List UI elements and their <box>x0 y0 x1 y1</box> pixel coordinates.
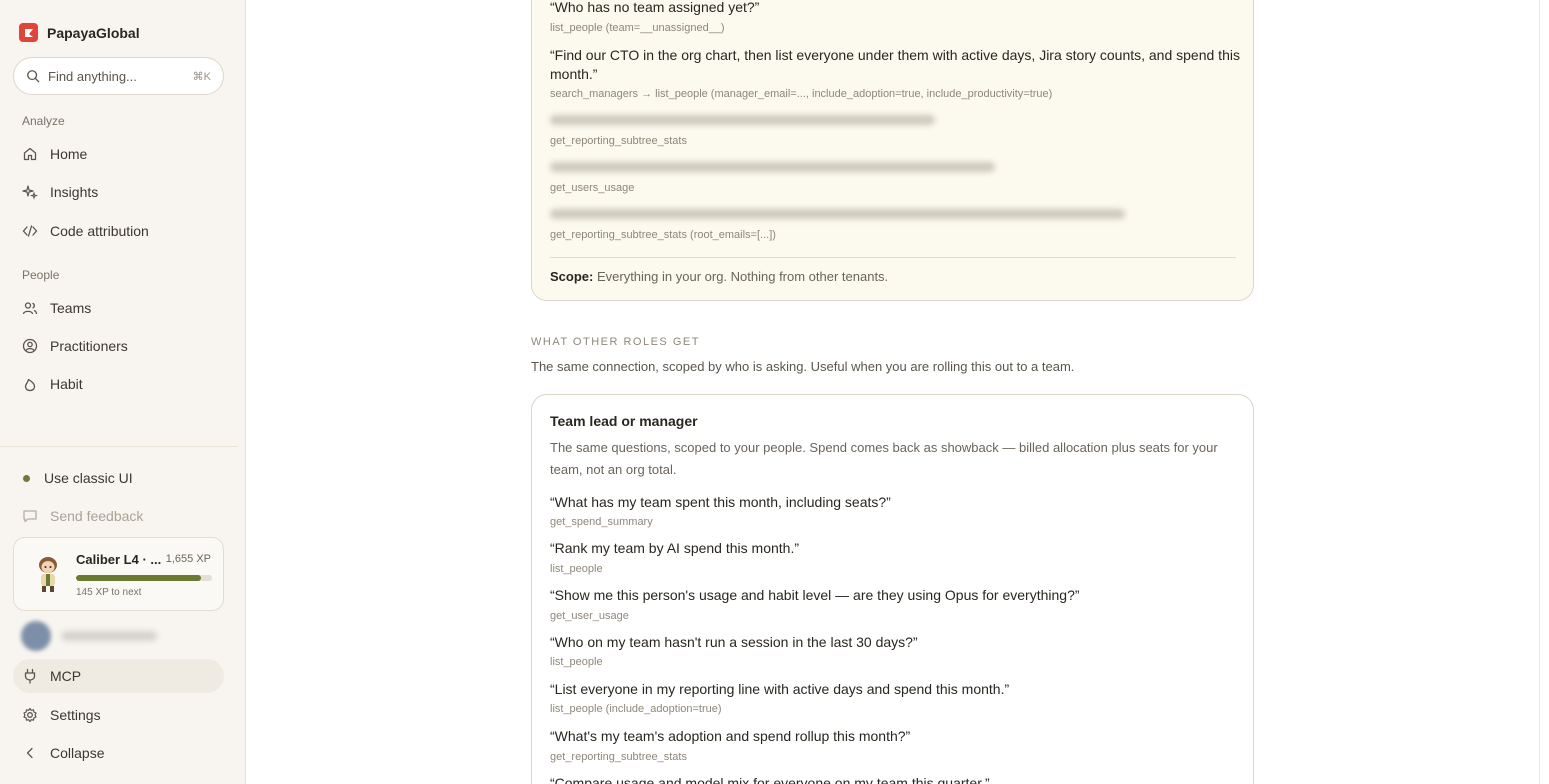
example-question: “Compare usage and model mix for everyon… <box>550 775 990 784</box>
sidebar-item-label: Insights <box>50 184 99 200</box>
scope-note: Scope: Everything in your org. Nothing f… <box>550 269 888 284</box>
tool-call: get_spend_summary <box>550 516 653 528</box>
tool-call: list_people <box>550 656 603 668</box>
example-question-redacted <box>550 158 995 177</box>
sidebar-item-label: MCP <box>50 668 82 684</box>
main-content: “Who has no team assigned yet?” list_peo… <box>246 0 1540 784</box>
user-name-redacted <box>61 631 157 641</box>
example-question: “Who on my team hasn't run a session in … <box>550 634 918 650</box>
character-avatar-icon <box>39 557 57 592</box>
users-icon <box>22 302 38 315</box>
sparkles-icon <box>22 185 38 200</box>
search-icon <box>27 70 40 83</box>
role-description: The same questions, scoped to your peopl… <box>550 440 1218 477</box>
sidebar-item-code-attribution[interactable]: Code attribution <box>13 214 224 248</box>
example-question: “Show me this person's usage and habit l… <box>550 587 1080 603</box>
collapse-sidebar-button[interactable]: Collapse <box>13 736 224 770</box>
scope-label: Scope: <box>550 269 594 284</box>
sidebar-item-habit[interactable]: Habit <box>13 367 224 401</box>
home-icon <box>23 147 37 161</box>
brand-name: PapayaGlobal <box>47 24 140 41</box>
tool-call: get_reporting_subtree_stats <box>550 135 687 147</box>
sidebar-item-home[interactable]: Home <box>13 137 224 171</box>
tool-call: list_people <box>550 563 603 575</box>
example-question: “Who has no team assigned yet?” <box>550 0 760 15</box>
use-classic-ui-toggle[interactable]: Use classic UI <box>13 461 224 495</box>
xp-card[interactable]: Caliber L4 · ... 1,655 XP 145 XP to next <box>13 537 224 611</box>
search-placeholder: Find anything... <box>48 68 137 84</box>
example-question: “What has my team spent this month, incl… <box>550 494 891 510</box>
send-feedback-button[interactable]: Send feedback <box>13 499 224 533</box>
example-question-redacted <box>550 205 1125 224</box>
sidebar-item-teams[interactable]: Teams <box>13 291 224 325</box>
user-profile[interactable] <box>21 621 157 651</box>
xp-next-label: 145 XP to next <box>76 587 142 598</box>
example-question: “Rank my team by AI spend this month.” <box>550 540 799 556</box>
chevron-left-icon <box>26 747 33 759</box>
message-icon <box>23 510 37 523</box>
sidebar-item-mcp[interactable]: MCP <box>13 659 224 693</box>
tool-call: get_user_usage <box>550 610 629 622</box>
xp-level-title: Caliber L4 · ... <box>76 552 162 567</box>
admin-prompts-card: “Who has no team assigned yet?” list_peo… <box>531 0 1254 301</box>
avatar <box>21 621 51 651</box>
status-dot-icon <box>23 474 30 482</box>
tool-call: search_managers → list_people (manager_e… <box>550 88 1053 100</box>
section-subtext: The same connection, scoped by who is as… <box>531 359 1075 374</box>
user-circle-icon <box>22 338 38 354</box>
sidebar-item-label: Practitioners <box>50 338 128 354</box>
sidebar-item-label: Home <box>50 146 88 162</box>
tool-call: get_users_usage <box>550 182 635 194</box>
classic-ui-label: Use classic UI <box>44 470 133 486</box>
section-label-analyze: Analyze <box>22 114 65 128</box>
sidebar-item-label: Code attribution <box>50 223 149 239</box>
brand-logo-icon <box>19 23 38 42</box>
tool-call: list_people (include_adoption=true) <box>550 703 722 715</box>
sidebar: PapayaGlobal Find anything... ⌘K Analyze… <box>0 0 246 784</box>
gear-icon <box>23 707 37 723</box>
sidebar-divider <box>0 446 238 447</box>
section-label-people: People <box>22 268 60 282</box>
sidebar-item-insights[interactable]: Insights <box>13 175 224 209</box>
example-question: “Find our CTO in the org chart, then lis… <box>550 47 1240 82</box>
sidebar-item-label: Habit <box>50 376 83 392</box>
tool-call: list_people (team=__unassigned__) <box>550 22 725 34</box>
collapse-label: Collapse <box>50 745 105 761</box>
search-shortcut: ⌘K <box>192 70 211 83</box>
tool-call: get_reporting_subtree_stats <box>550 751 687 763</box>
xp-points: 1,655 XP <box>165 553 211 565</box>
sidebar-item-settings[interactable]: Settings <box>13 698 224 732</box>
sidebar-item-practitioners[interactable]: Practitioners <box>13 329 224 363</box>
example-question-redacted <box>550 111 935 130</box>
xp-progress-fill <box>76 575 202 581</box>
tool-call: get_reporting_subtree_stats (root_emails… <box>550 229 776 241</box>
scope-text: Everything in your org. Nothing from oth… <box>596 269 889 284</box>
send-feedback-label: Send feedback <box>50 508 144 524</box>
brand[interactable]: PapayaGlobal <box>19 23 140 42</box>
plug-icon <box>24 668 36 684</box>
team-lead-card: Team lead or manager The same questions,… <box>531 394 1254 784</box>
example-question: “List everyone in my reporting line with… <box>550 681 1010 697</box>
search-input[interactable]: Find anything... ⌘K <box>13 57 224 95</box>
example-question: “What's my team's adoption and spend rol… <box>550 728 911 744</box>
code-icon <box>22 225 38 237</box>
card-divider <box>550 257 1236 258</box>
flame-icon <box>24 378 36 392</box>
xp-progress-bar <box>76 575 212 581</box>
sidebar-item-label: Teams <box>50 300 92 316</box>
role-title: Team lead or manager <box>550 413 698 429</box>
page-edge-divider <box>1539 0 1540 784</box>
section-eyebrow: WHAT OTHER ROLES GET <box>531 336 700 348</box>
sidebar-item-label: Settings <box>50 707 101 723</box>
